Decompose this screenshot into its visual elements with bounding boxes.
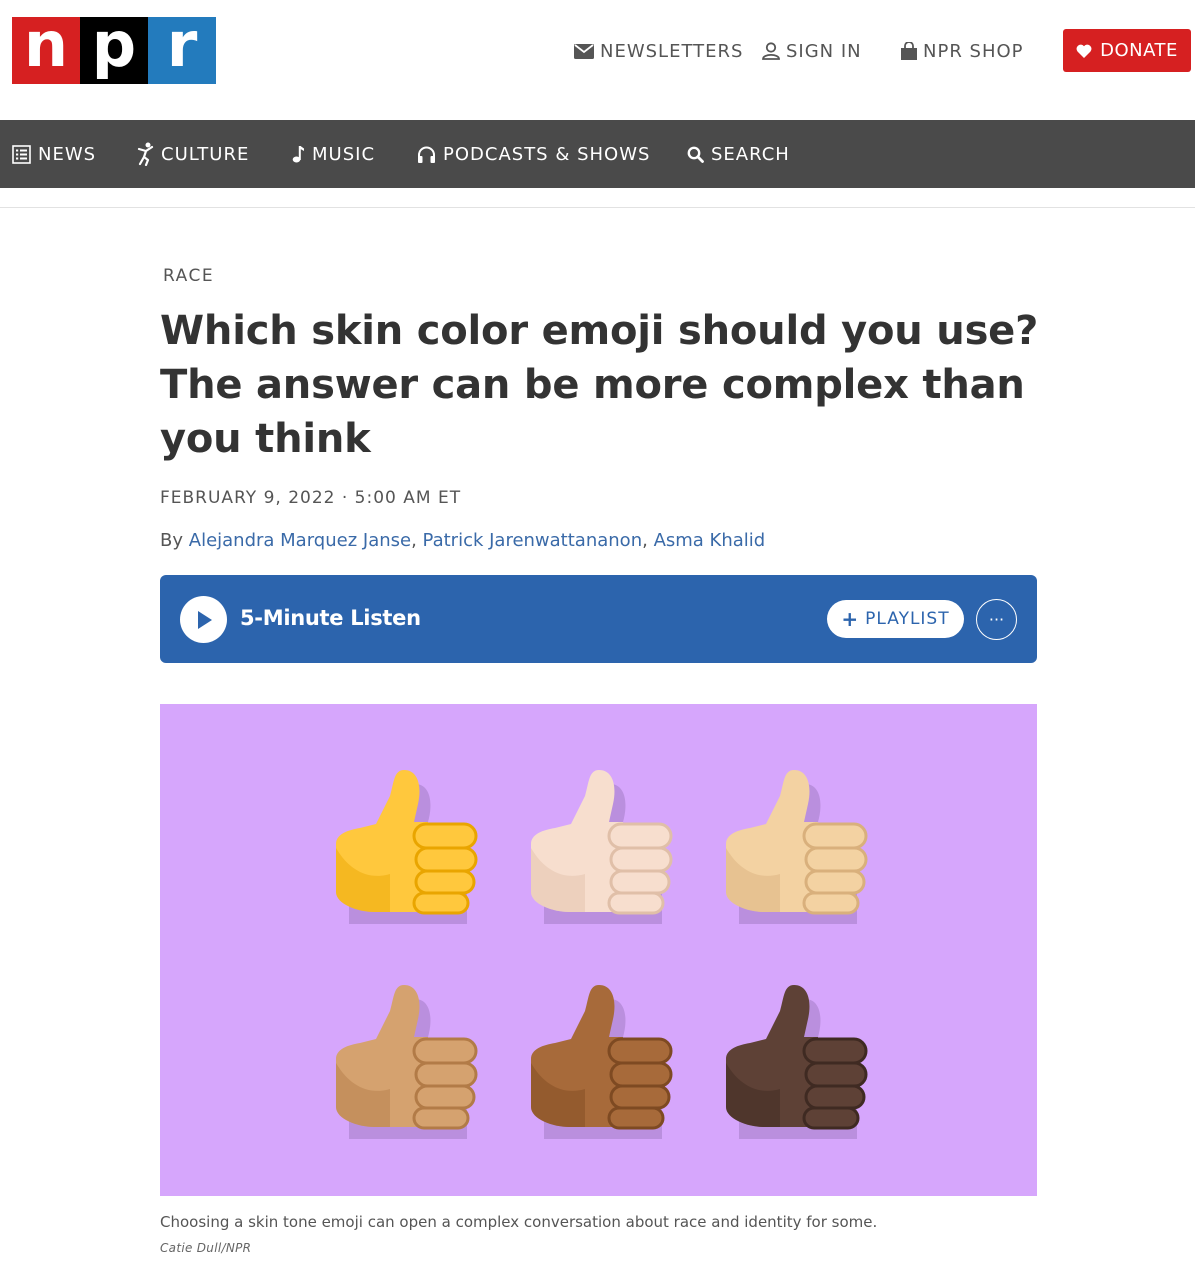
author-link[interactable]: Asma Khalid [654, 530, 766, 551]
author-separator: , [411, 530, 423, 551]
section-slug[interactable]: RACE [163, 266, 214, 286]
author-link[interactable]: Alejandra Marquez Janse [189, 530, 411, 551]
nav-item-culture[interactable]: CULTURE [137, 120, 249, 188]
play-button[interactable] [180, 596, 227, 643]
byline: By Alejandra Marquez Janse, Patrick Jare… [160, 530, 765, 551]
thumbs-up-icon [531, 985, 673, 1139]
thumbs-up-icon [336, 770, 478, 924]
nav-divider [0, 207, 1195, 208]
plus-icon: + [841, 607, 860, 631]
search-icon [687, 146, 704, 163]
shopping-bag-icon [901, 42, 917, 60]
nav-item-news[interactable]: NEWS [12, 120, 96, 188]
dateline: FEBRUARY 9, 2022 · 5:00 AM ET [160, 488, 462, 508]
nav-item-search[interactable]: SEARCH [687, 120, 790, 188]
newsletters-label: NEWSLETTERS [600, 40, 744, 62]
image-caption: Choosing a skin tone emoji can open a co… [160, 1213, 878, 1231]
logo-letter-p: p [80, 13, 148, 84]
donate-button[interactable]: DONATE [1063, 29, 1191, 72]
add-to-playlist-button[interactable]: + PLAYLIST [827, 600, 964, 638]
byline-prefix: By [160, 530, 184, 551]
headline: Which skin color emoji should you use? T… [160, 308, 1039, 462]
nav-label-search: SEARCH [711, 143, 790, 165]
npr-logo[interactable]: n p r [12, 13, 216, 84]
logo-letter-r: r [148, 13, 216, 84]
nav-label-culture: CULTURE [161, 143, 250, 165]
author-link[interactable]: Patrick Jarenwattananon [423, 530, 643, 551]
listen-duration: 5-Minute Listen [240, 606, 421, 630]
thumbs-up-icon [726, 770, 868, 924]
heart-icon [1076, 44, 1092, 58]
nav-item-podcasts[interactable]: PODCASTS & SHOWS [417, 120, 650, 188]
nav-label-music: MUSIC [312, 143, 376, 165]
audio-player: 5-Minute Listen + PLAYLIST ··· [160, 575, 1037, 663]
culture-icon [137, 142, 154, 166]
nav-label-news: NEWS [38, 143, 97, 165]
hero-image [160, 704, 1037, 1196]
newsletters-link[interactable]: NEWSLETTERS [574, 30, 743, 72]
thumbs-up-icon [336, 985, 478, 1139]
top-bar: n p r NEWSLETTERS SIGN IN NPR SHOP DONAT… [0, 0, 1195, 120]
thumbs-up-icon [531, 770, 673, 924]
playlist-label: PLAYLIST [865, 609, 950, 629]
news-icon [12, 144, 31, 164]
main-nav: NEWS CULTURE MUSIC PODCASTS & SHOWS SEAR… [0, 120, 1195, 188]
npr-shop-label: NPR SHOP [923, 40, 1024, 62]
donate-label: DONATE [1100, 40, 1178, 61]
ellipsis-icon: ··· [988, 610, 1005, 629]
sign-in-link[interactable]: SIGN IN [762, 30, 862, 72]
logo-letter-n: n [12, 13, 80, 84]
image-credit: Catie Dull/NPR [160, 1241, 252, 1255]
music-note-icon [292, 146, 304, 163]
headphones-icon [418, 146, 435, 163]
nav-label-podcasts: PODCASTS & SHOWS [443, 143, 651, 165]
sign-in-label: SIGN IN [786, 40, 862, 62]
thumbs-up-icon [726, 985, 868, 1139]
play-icon [197, 610, 212, 629]
user-icon [762, 42, 780, 60]
more-options-button[interactable]: ··· [976, 599, 1017, 640]
npr-shop-link[interactable]: NPR SHOP [901, 30, 1024, 72]
nav-item-music[interactable]: MUSIC [292, 120, 375, 188]
author-separator: , [642, 530, 654, 551]
envelope-icon [574, 43, 594, 59]
